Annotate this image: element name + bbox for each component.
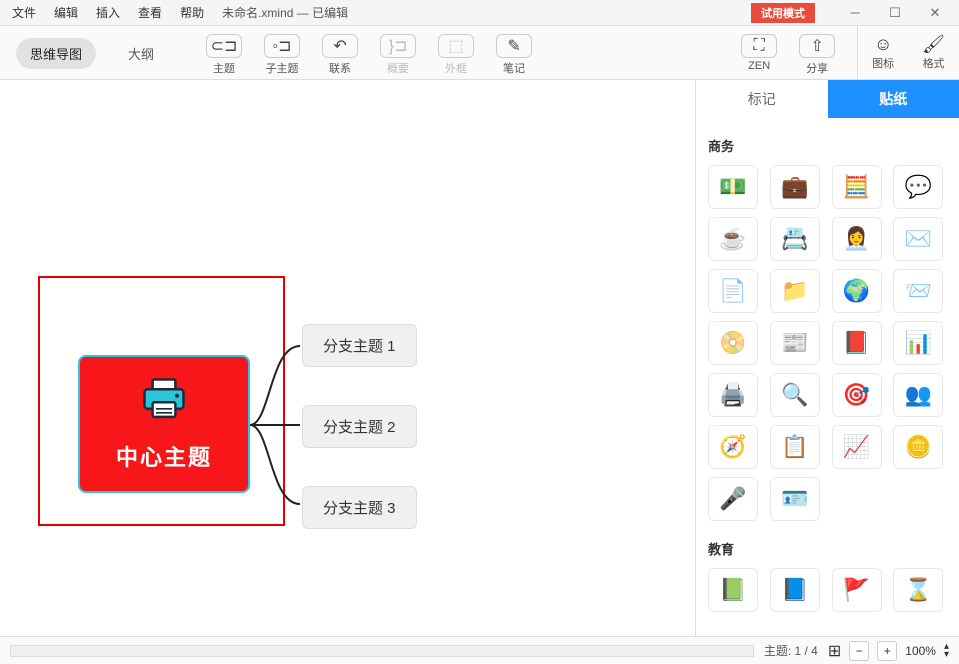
tab-outline[interactable]: 大纲 [114, 38, 168, 69]
tab-mindmap[interactable]: 思维导图 [16, 38, 96, 69]
book-icon[interactable]: 📕 [832, 321, 882, 365]
support-icon[interactable]: 👩‍💼 [832, 217, 882, 261]
sticker-section-education: 教育 [708, 539, 947, 558]
tool-icons[interactable]: ☺ 图标 [858, 30, 908, 75]
id-card-icon[interactable]: 📇 [770, 217, 820, 261]
tool-note[interactable]: ✎ 笔记 [488, 30, 540, 80]
news-icon[interactable]: 📰 [770, 321, 820, 365]
topic-count: 主题: 1 / 4 [764, 642, 818, 659]
filename: 未命名.xmind [222, 6, 293, 20]
record-icon[interactable]: 📀 [708, 321, 758, 365]
summary-icon: }⊐ [380, 34, 416, 58]
connectors [250, 340, 310, 510]
sticker-grid-education: 📗 📘 🚩⌛ [708, 568, 947, 612]
map-icon[interactable]: ⊞ [828, 641, 841, 661]
chalkboard-icon[interactable]: 📗 [708, 568, 758, 612]
tool-topic[interactable]: ⊂⊐ 主题 [198, 30, 250, 80]
boundary-icon: ⬚ [438, 34, 474, 58]
central-topic[interactable]: 中心主题 [78, 355, 250, 493]
mic-icon[interactable]: 🎤 [708, 477, 758, 521]
tool-boundary[interactable]: ⬚ 外框 [430, 30, 482, 80]
close-button[interactable]: ✕ [915, 0, 955, 26]
tool-share[interactable]: ⇧ 分享 [791, 30, 843, 80]
globe-icon[interactable]: 🌍 [832, 269, 882, 313]
flag-icon[interactable]: 🚩 [832, 568, 882, 612]
hourglass-icon[interactable]: ⌛ [893, 568, 943, 612]
folder-icon[interactable]: 📁 [770, 269, 820, 313]
menu-bar: 文件 编辑 插入 查看 帮助 [4, 2, 212, 23]
sticker-grid-business: 💵 💼 🧮💬 ☕ 📇 👩‍💼✉️ 📄 📁 🌍📨 📀 📰 📕📊 🖨️ 🔍 🎯👥 🧭 📋 📈🪙 🎤 🪪 [708, 165, 947, 521]
panel-tab-marker[interactable]: 标记 [696, 80, 828, 118]
menu-file[interactable]: 文件 [4, 2, 44, 23]
panel-tab-sticker[interactable]: 贴纸 [828, 80, 959, 118]
printer-sticker [138, 376, 190, 432]
target-icon[interactable]: 🎯 [832, 373, 882, 417]
tool-relation[interactable]: ↶ 联系 [314, 30, 366, 80]
tool-zen[interactable]: ⛶ ZEN [733, 30, 785, 80]
chart-icon[interactable]: 📈 [832, 425, 882, 469]
note-icon: ✎ [496, 34, 532, 58]
calculator-icon[interactable]: 🧮 [832, 165, 882, 209]
brush-icon: 🖌 [922, 34, 945, 55]
edit-status: — 已编辑 [297, 6, 348, 20]
textbook-icon[interactable]: 📘 [770, 568, 820, 612]
money-icon[interactable]: 💵 [708, 165, 758, 209]
printer-icon[interactable]: 🖨️ [708, 373, 758, 417]
zoom-in-button[interactable]: + [877, 641, 897, 661]
titlebar: 文件 编辑 插入 查看 帮助 未命名.xmind — 已编辑 试用模式 ─ ☐ … [0, 0, 959, 26]
branch-topic-1[interactable]: 分支主题 1 [302, 324, 417, 367]
smiley-icon: ☺ [874, 34, 892, 55]
topic-icon: ⊂⊐ [206, 34, 242, 58]
tool-summary[interactable]: }⊐ 概要 [372, 30, 424, 80]
speech-icon[interactable]: 💬 [893, 165, 943, 209]
zoom-level: 100% [905, 644, 936, 658]
trial-mode-badge[interactable]: 试用模式 [751, 3, 815, 23]
tool-group-right: ⛶ ZEN ⇧ 分享 [719, 26, 857, 84]
view-tabs: 思维导图 大纲 [0, 26, 184, 81]
team-icon[interactable]: 👥 [893, 373, 943, 417]
mail-icon[interactable]: ✉️ [893, 217, 943, 261]
zoom-controls: ⊞ − + 100% ▴▾ [828, 641, 949, 661]
main-area: 中心主题 分支主题 1 分支主题 2 分支主题 3 标记 贴纸 商务 💵 💼 🧮💬 ☕… [0, 80, 959, 636]
zoom-stepper-icon[interactable]: ▴▾ [944, 643, 949, 659]
menu-edit[interactable]: 编辑 [46, 2, 86, 23]
menu-help[interactable]: 帮助 [172, 2, 212, 23]
letter-icon[interactable]: 📨 [893, 269, 943, 313]
tool-group-main: ⊂⊐ 主题 ◦⊐ 子主题 ↶ 联系 }⊐ 概要 ⬚ 外框 ✎ 笔记 [184, 26, 554, 84]
compass-icon[interactable]: 🧭 [708, 425, 758, 469]
minimize-button[interactable]: ─ [835, 0, 875, 26]
tool-format[interactable]: 🖌 格式 [908, 30, 959, 75]
horizontal-scrollbar[interactable] [10, 645, 754, 657]
tool-subtopic[interactable]: ◦⊐ 子主题 [256, 30, 308, 80]
coins-icon[interactable]: 🪙 [893, 425, 943, 469]
share-icon: ⇧ [799, 34, 835, 58]
panel-tabs: 标记 贴纸 [696, 80, 959, 118]
magnifier-icon[interactable]: 🔍 [770, 373, 820, 417]
menu-view[interactable]: 查看 [130, 2, 170, 23]
panel-body[interactable]: 商务 💵 💼 🧮💬 ☕ 📇 👩‍💼✉️ 📄 📁 🌍📨 📀 📰 📕📊 🖨️ 🔍 🎯👥 🧭 📋 📈🪙 🎤 🪪 教育 📗 📘 🚩… [696, 118, 959, 636]
document-search-icon[interactable]: 📄 [708, 269, 758, 313]
central-topic-label: 中心主题 [116, 440, 212, 472]
coffee-icon[interactable]: ☕ [708, 217, 758, 261]
briefcase-icon[interactable]: 💼 [770, 165, 820, 209]
maximize-button[interactable]: ☐ [875, 0, 915, 26]
checklist-icon[interactable]: 📋 [770, 425, 820, 469]
side-panel: 标记 贴纸 商务 💵 💼 🧮💬 ☕ 📇 👩‍💼✉️ 📄 📁 🌍📨 📀 📰 📕📊 🖨️ 🔍 🎯👥 🧭 📋 📈🪙 🎤 🪪 … [695, 80, 959, 636]
document-title: 未命名.xmind — 已编辑 [222, 4, 348, 21]
subtopic-icon: ◦⊐ [264, 34, 300, 58]
branch-topic-3[interactable]: 分支主题 3 [302, 486, 417, 529]
presentation-icon[interactable]: 📊 [893, 321, 943, 365]
badge-icon[interactable]: 🪪 [770, 477, 820, 521]
sticker-section-business: 商务 [708, 136, 947, 155]
relation-icon: ↶ [322, 34, 358, 58]
statusbar: 主题: 1 / 4 ⊞ − + 100% ▴▾ [0, 636, 959, 664]
zoom-out-button[interactable]: − [849, 641, 869, 661]
branch-topic-2[interactable]: 分支主题 2 [302, 405, 417, 448]
menu-insert[interactable]: 插入 [88, 2, 128, 23]
canvas[interactable]: 中心主题 分支主题 1 分支主题 2 分支主题 3 [0, 80, 695, 636]
right-toolbar: ☺ 图标 🖌 格式 [857, 26, 959, 79]
toolbar: 思维导图 大纲 ⊂⊐ 主题 ◦⊐ 子主题 ↶ 联系 }⊐ 概要 ⬚ 外框 ✎ 笔… [0, 26, 959, 80]
zen-icon: ⛶ [741, 34, 777, 58]
